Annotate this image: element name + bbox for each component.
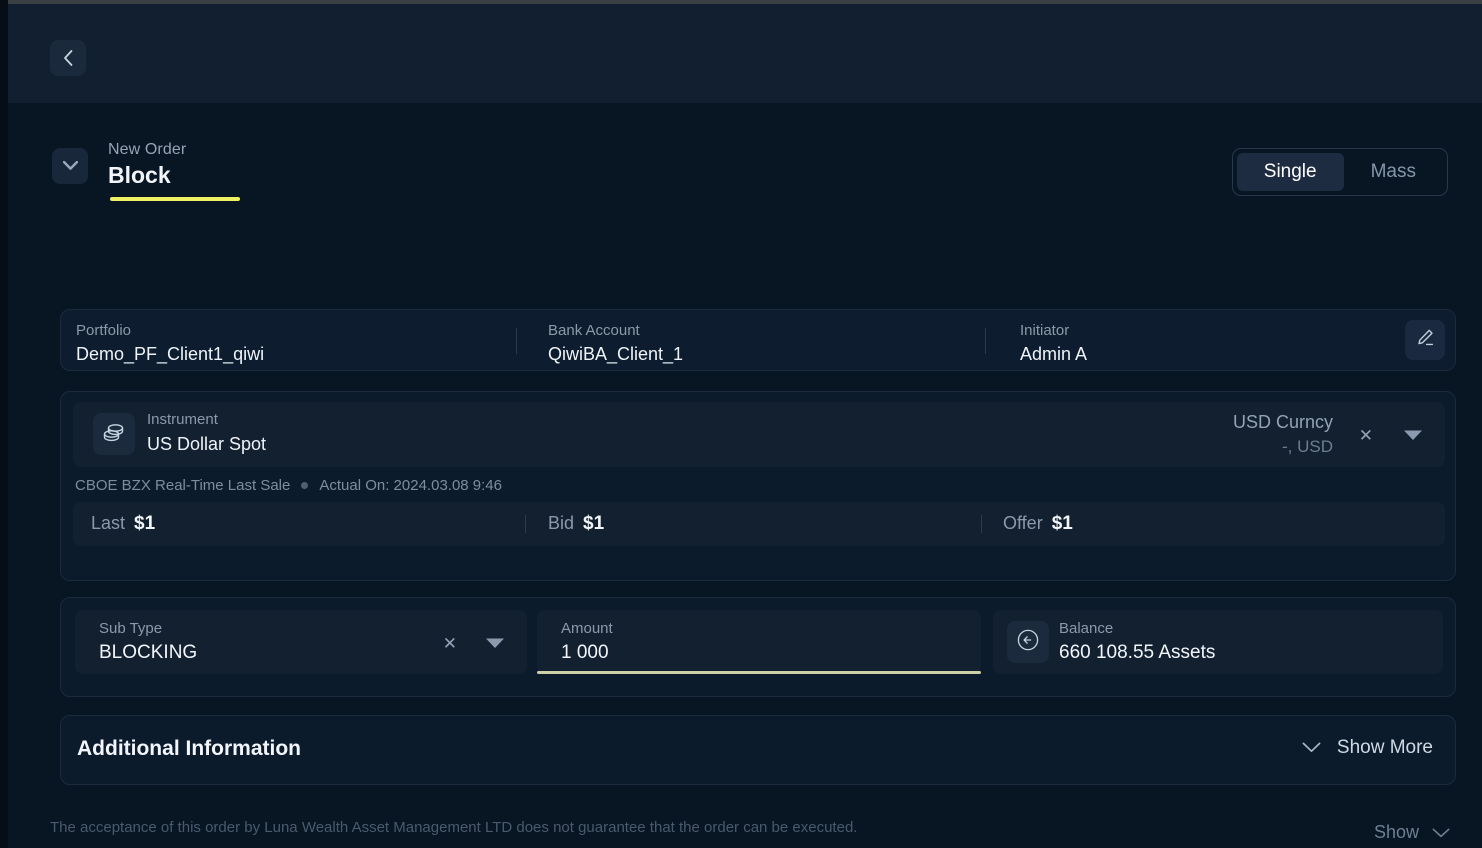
quote-offer: Offer $1 — [1003, 513, 1073, 535]
currency-detail: -, USD — [1282, 437, 1333, 456]
divider — [981, 515, 982, 533]
instrument-selector[interactable]: Instrument US Dollar Spot USD Curncy -, … — [73, 402, 1445, 467]
field-bank-account-label: Bank Account — [548, 322, 640, 339]
additional-information-card: Additional Information Show More — [60, 715, 1456, 785]
field-amount-input[interactable]: 1 000 — [561, 640, 609, 665]
chevron-down-icon — [1419, 822, 1450, 843]
modal-panel: New Order Block Single Mass Portfolio De… — [8, 4, 1482, 848]
order-type-header: New Order Block — [52, 140, 240, 201]
field-sub-type-label: Sub Type — [99, 620, 163, 637]
circle-arrow-left-icon — [1015, 627, 1041, 658]
order-mode-segmented-control[interactable]: Single Mass — [1231, 148, 1448, 196]
field-portfolio[interactable]: Portfolio Demo_PF_Client1_qiwi — [76, 321, 264, 366]
edit-button[interactable] — [1405, 320, 1445, 360]
field-sub-type[interactable]: Sub Type BLOCKING ✕ — [75, 610, 527, 674]
modal-body: New Order Block Single Mass Portfolio De… — [8, 103, 1482, 848]
quote-offer-label: Offer — [1003, 513, 1043, 533]
active-tab-underline — [110, 197, 240, 201]
field-initiator-value: Admin A — [1020, 344, 1088, 364]
close-icon[interactable]: ✕ — [1359, 427, 1373, 444]
circle-arrow-left-icon-wrapper — [1007, 621, 1049, 663]
field-sub-type-value: BLOCKING — [99, 642, 198, 663]
field-balance-label: Balance — [1059, 620, 1114, 637]
modal-header — [8, 4, 1482, 103]
background-page-sliver — [0, 0, 8, 848]
additional-information-title: Additional Information — [77, 737, 301, 760]
order-fields-card: Sub Type BLOCKING ✕ Amount 1 000 Balance… — [60, 597, 1456, 697]
chevron-down-icon — [62, 157, 78, 175]
instrument-value: US Dollar Spot — [147, 434, 267, 454]
coins-stack-icon — [102, 421, 126, 448]
field-portfolio-value: Demo_PF_Client1_qiwi — [76, 344, 265, 364]
caret-down-icon[interactable] — [485, 636, 505, 654]
field-portfolio-label: Portfolio — [76, 322, 132, 339]
field-balance-value: 660 108.55 Assets — [1059, 642, 1216, 663]
order-ticket-screen: New Order Block Single Mass Portfolio De… — [0, 0, 1482, 848]
back-button[interactable] — [50, 40, 86, 76]
field-amount[interactable]: Amount 1 000 — [537, 610, 981, 674]
instrument-label: Instrument — [147, 411, 218, 428]
field-amount-label: Amount — [561, 620, 613, 637]
quote-bid-label: Bid — [548, 513, 575, 533]
quote-row: Last $1 Bid $1 Offer $1 — [73, 502, 1445, 546]
show-more-button[interactable]: Show More — [1302, 737, 1433, 759]
field-initiator-label: Initiator — [1020, 322, 1070, 339]
field-bank-account[interactable]: Bank Account QiwiBA_Client_1 — [548, 321, 683, 366]
divider — [525, 515, 526, 533]
quote-bid: Bid $1 — [548, 513, 604, 535]
caret-down-icon[interactable] — [1403, 428, 1423, 446]
field-amount-focus-underline — [537, 671, 981, 674]
separator-dot — [301, 482, 309, 489]
quote-last: Last $1 — [91, 513, 155, 535]
quote-source: CBOE BZX Real-Time Last Sale — [75, 477, 291, 494]
field-initiator[interactable]: Initiator Admin A — [1020, 321, 1087, 366]
field-bank-account-value: QiwiBA_Client_1 — [548, 344, 684, 364]
quote-bid-value: $1 — [583, 513, 605, 534]
field-balance[interactable]: Balance 660 108.55 Assets — [993, 610, 1443, 674]
show-more-label: Show More — [1336, 737, 1433, 758]
order-type-labels: New Order Block — [108, 140, 240, 201]
show-label: Show — [1373, 822, 1419, 842]
disclaimer-text: The acceptance of this order by Luna Wea… — [50, 819, 858, 836]
instrument-text: Instrument US Dollar Spot — [147, 410, 266, 456]
close-icon[interactable]: ✕ — [443, 634, 457, 654]
tab-single[interactable]: Single — [1236, 153, 1344, 191]
show-disclaimer-button[interactable]: Show — [1374, 822, 1450, 843]
chevron-left-icon — [62, 49, 74, 67]
order-kicker: New Order — [108, 141, 187, 158]
currency-name: USD Curncy — [1232, 412, 1333, 432]
divider — [985, 328, 986, 354]
account-info-card: Portfolio Demo_PF_Client1_qiwi Bank Acco… — [60, 309, 1456, 371]
chevron-down-icon — [1302, 737, 1337, 759]
order-title: Block — [108, 162, 171, 188]
order-type-dropdown-button[interactable] — [52, 148, 88, 184]
divider — [516, 328, 517, 354]
pencil-icon — [1415, 328, 1435, 353]
quote-timestamp: Actual On: 2024.03.08 9:46 — [319, 477, 502, 494]
instrument-meta: CBOE BZX Real-Time Last Sale Actual On: … — [75, 477, 502, 494]
quote-last-value: $1 — [134, 513, 156, 534]
tab-mass[interactable]: Mass — [1344, 153, 1443, 191]
coins-stack-icon-wrapper — [93, 413, 135, 455]
currency-display: USD Curncy -, USD — [1233, 410, 1333, 458]
quote-offer-value: $1 — [1051, 513, 1073, 534]
instrument-card: Instrument US Dollar Spot USD Curncy -, … — [60, 391, 1456, 581]
quote-last-label: Last — [91, 513, 126, 533]
